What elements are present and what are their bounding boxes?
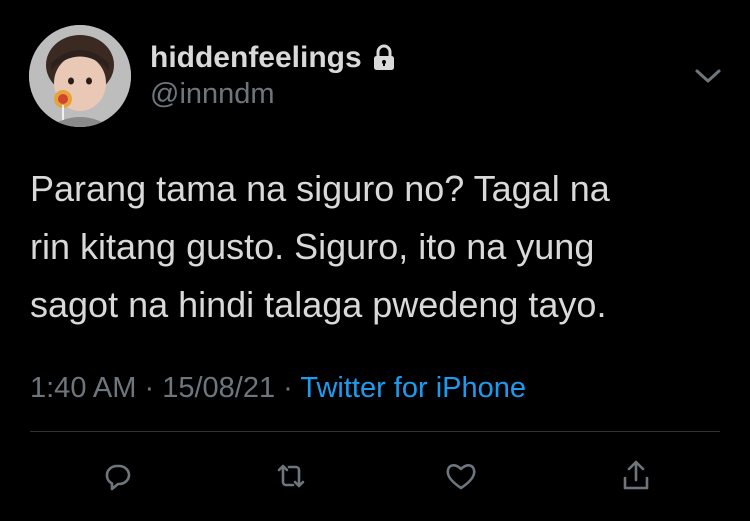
tweet-text: Parang tama na siguro no? Tagal na rin k… xyxy=(30,160,720,334)
chevron-down-icon[interactable] xyxy=(692,60,724,92)
heart-icon xyxy=(446,464,476,490)
divider xyxy=(30,431,720,432)
lock-icon xyxy=(372,44,396,72)
tweet-detail: hiddenfeelings @innndm Parang tama na si… xyxy=(0,0,750,521)
like-button[interactable] xyxy=(439,454,483,498)
user-handle[interactable]: @innndm xyxy=(150,78,275,111)
avatar[interactable] xyxy=(29,25,131,127)
share-icon xyxy=(623,460,649,490)
reply-button[interactable] xyxy=(95,454,139,498)
tweet-text-line: rin kitang gusto. Siguro, ito na yung xyxy=(30,226,595,267)
share-button[interactable] xyxy=(614,454,658,498)
tweet-time[interactable]: 1:40 AM xyxy=(30,372,136,404)
avatar-image xyxy=(29,25,131,127)
retweet-button[interactable] xyxy=(269,454,313,498)
reply-icon xyxy=(105,464,131,491)
display-name[interactable]: hiddenfeelings xyxy=(150,41,362,75)
action-bar xyxy=(0,454,750,498)
meta-separator: · xyxy=(283,372,301,404)
retweet-icon xyxy=(277,464,305,488)
display-name-row: hiddenfeelings xyxy=(150,40,396,76)
tweet-text-line: sagot na hindi talaga pwedeng tayo. xyxy=(30,284,607,325)
tweet-text-line: Parang tama na siguro no? Tagal na xyxy=(30,168,610,209)
tweet-date[interactable]: 15/08/21 xyxy=(162,372,275,404)
meta-separator: · xyxy=(144,372,163,404)
tweet-source-link[interactable]: Twitter for iPhone xyxy=(300,372,526,404)
tweet-metadata: 1:40 AM · 15/08/21 · Twitter for iPhone xyxy=(30,372,526,405)
